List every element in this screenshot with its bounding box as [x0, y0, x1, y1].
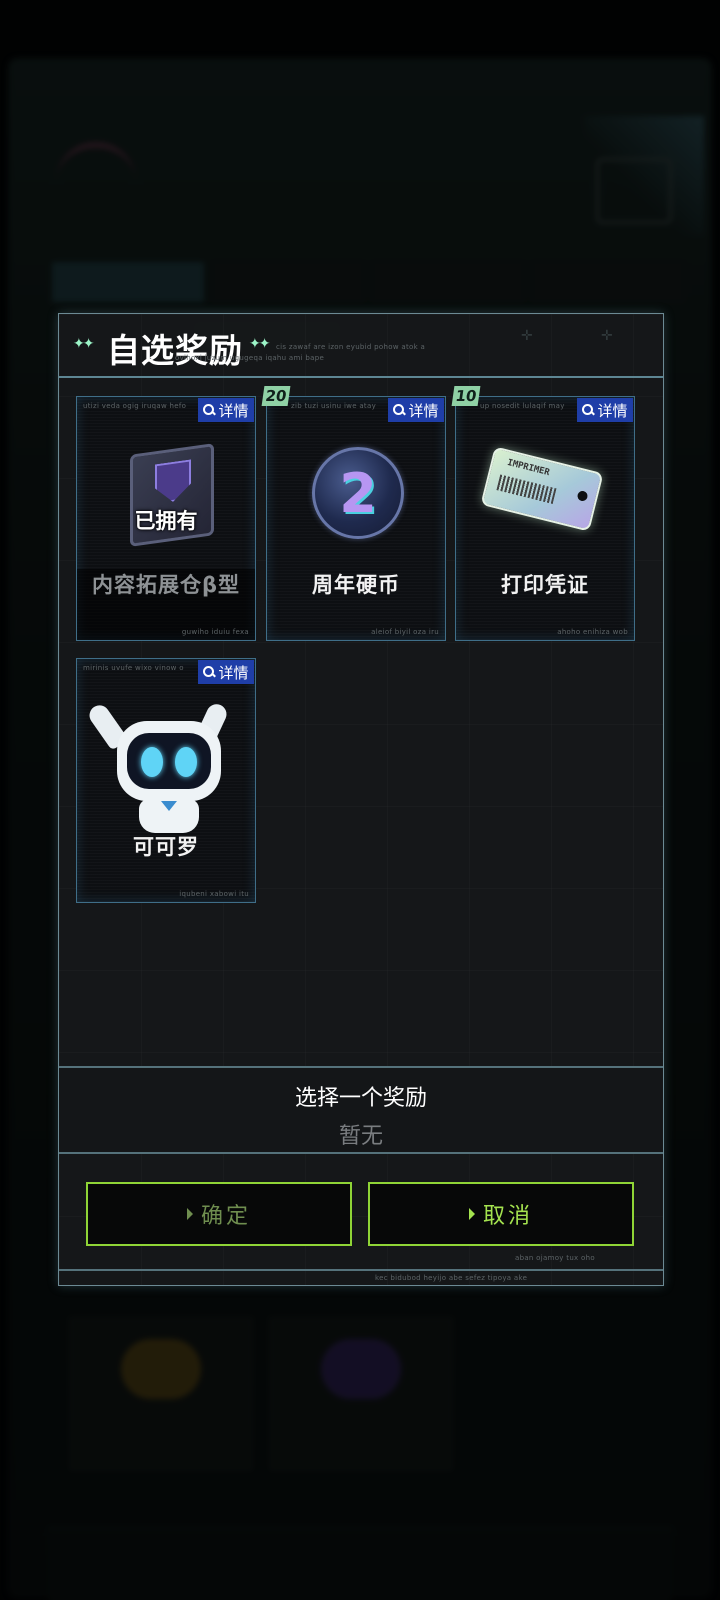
- reward-name: 周年硬币: [312, 573, 400, 597]
- cancel-button[interactable]: 取消: [368, 1182, 634, 1246]
- detail-label: 详情: [218, 401, 249, 420]
- selection-panel: 选择一个奖励 暂无: [59, 1066, 663, 1154]
- detail-label: 详情: [408, 401, 439, 420]
- kokoro-robot-image: [85, 699, 243, 849]
- magnifier-icon: [203, 404, 215, 416]
- detail-button[interactable]: 详情: [577, 398, 633, 422]
- card-deco-text: guwiho iduiu fexa: [181, 628, 249, 636]
- card-deco-text: iqubeni xabowi itu: [179, 890, 249, 898]
- detail-button[interactable]: 详情: [198, 398, 254, 422]
- reward-name: 打印凭证: [501, 573, 589, 597]
- card-deco-text: ahoho enihiza wob: [557, 628, 628, 636]
- card-deco-text: utizi veda ogig iruqaw hefo: [83, 402, 187, 410]
- card-deco-text: mirinis uvufe wixo vinow o: [83, 664, 184, 672]
- cancel-label: 取消: [482, 1204, 533, 1229]
- quantity-badge: 20: [261, 386, 291, 406]
- card-deco-text: up nosedit lulaqif may: [480, 402, 565, 410]
- print-voucher-image: IMPRIMER: [480, 441, 604, 541]
- screen: ✦✦ 自选奖励 ✦✦ cis zawaf are izon eyubid poh…: [0, 0, 720, 1600]
- selection-label: 选择一个奖励: [294, 1086, 427, 1111]
- card-deco-text: aleiof biyil oza iru: [371, 628, 439, 636]
- dialog-title: 自选奖励: [107, 331, 243, 370]
- confirm-label: 确定: [200, 1204, 251, 1229]
- plus-deco-icon: ✛: [601, 328, 613, 344]
- reward-card[interactable]: utizi veda ogig iruqaw hefo 详情 已拥有 内容拓展仓…: [76, 396, 256, 641]
- reward-card[interactable]: up nosedit lulaqif may 详情 IMPRIMER 打印凭证 …: [455, 396, 635, 641]
- header-deco-text: ovihoxi juzum ugugeqa iqahu ami bape: [175, 354, 325, 362]
- owned-status: 已拥有: [134, 509, 198, 533]
- detail-label: 详情: [597, 401, 628, 420]
- card-deco-text: zib tuzi usinu iwe atay: [291, 402, 377, 410]
- reward-card[interactable]: zib tuzi usinu iwe atay 详情 2 周年硬币 aleiof…: [266, 396, 446, 641]
- footer-divider: [59, 1269, 663, 1271]
- magnifier-icon: [582, 404, 594, 416]
- magnifier-icon: [203, 666, 215, 678]
- footer-deco-text: kec bidubod heyijo abe sefez tipoya ake: [375, 1274, 528, 1282]
- selection-value: 暂无: [338, 1124, 383, 1149]
- anniversary-coin-image: 2: [306, 441, 406, 541]
- magnifier-icon: [393, 404, 405, 416]
- reward-select-dialog: ✦✦ 自选奖励 ✦✦ cis zawaf are izon eyubid poh…: [58, 313, 664, 1286]
- sparkle-icon: ✦✦: [249, 336, 271, 352]
- dialog-header: ✦✦ 自选奖励 ✦✦ cis zawaf are izon eyubid poh…: [59, 314, 663, 378]
- sparkle-icon: ✦✦: [73, 336, 95, 352]
- triangle-right-icon: [468, 1208, 475, 1220]
- detail-label: 详情: [218, 663, 249, 682]
- reward-name: 可可罗: [133, 835, 199, 859]
- quantity-badge: 10: [451, 386, 481, 406]
- reward-card[interactable]: mirinis uvufe wixo vinow o 详情 可可罗 iquben…: [76, 658, 256, 903]
- triangle-right-icon: [186, 1208, 193, 1220]
- detail-button[interactable]: 详情: [388, 398, 444, 422]
- detail-button[interactable]: 详情: [198, 660, 254, 684]
- confirm-button[interactable]: 确定: [86, 1182, 352, 1246]
- plus-deco-icon: ✛: [521, 328, 533, 344]
- header-deco-text: cis zawaf are izon eyubid pohow atok a: [276, 343, 426, 351]
- footer-deco-text: aban ojamoy tux oho: [515, 1254, 595, 1262]
